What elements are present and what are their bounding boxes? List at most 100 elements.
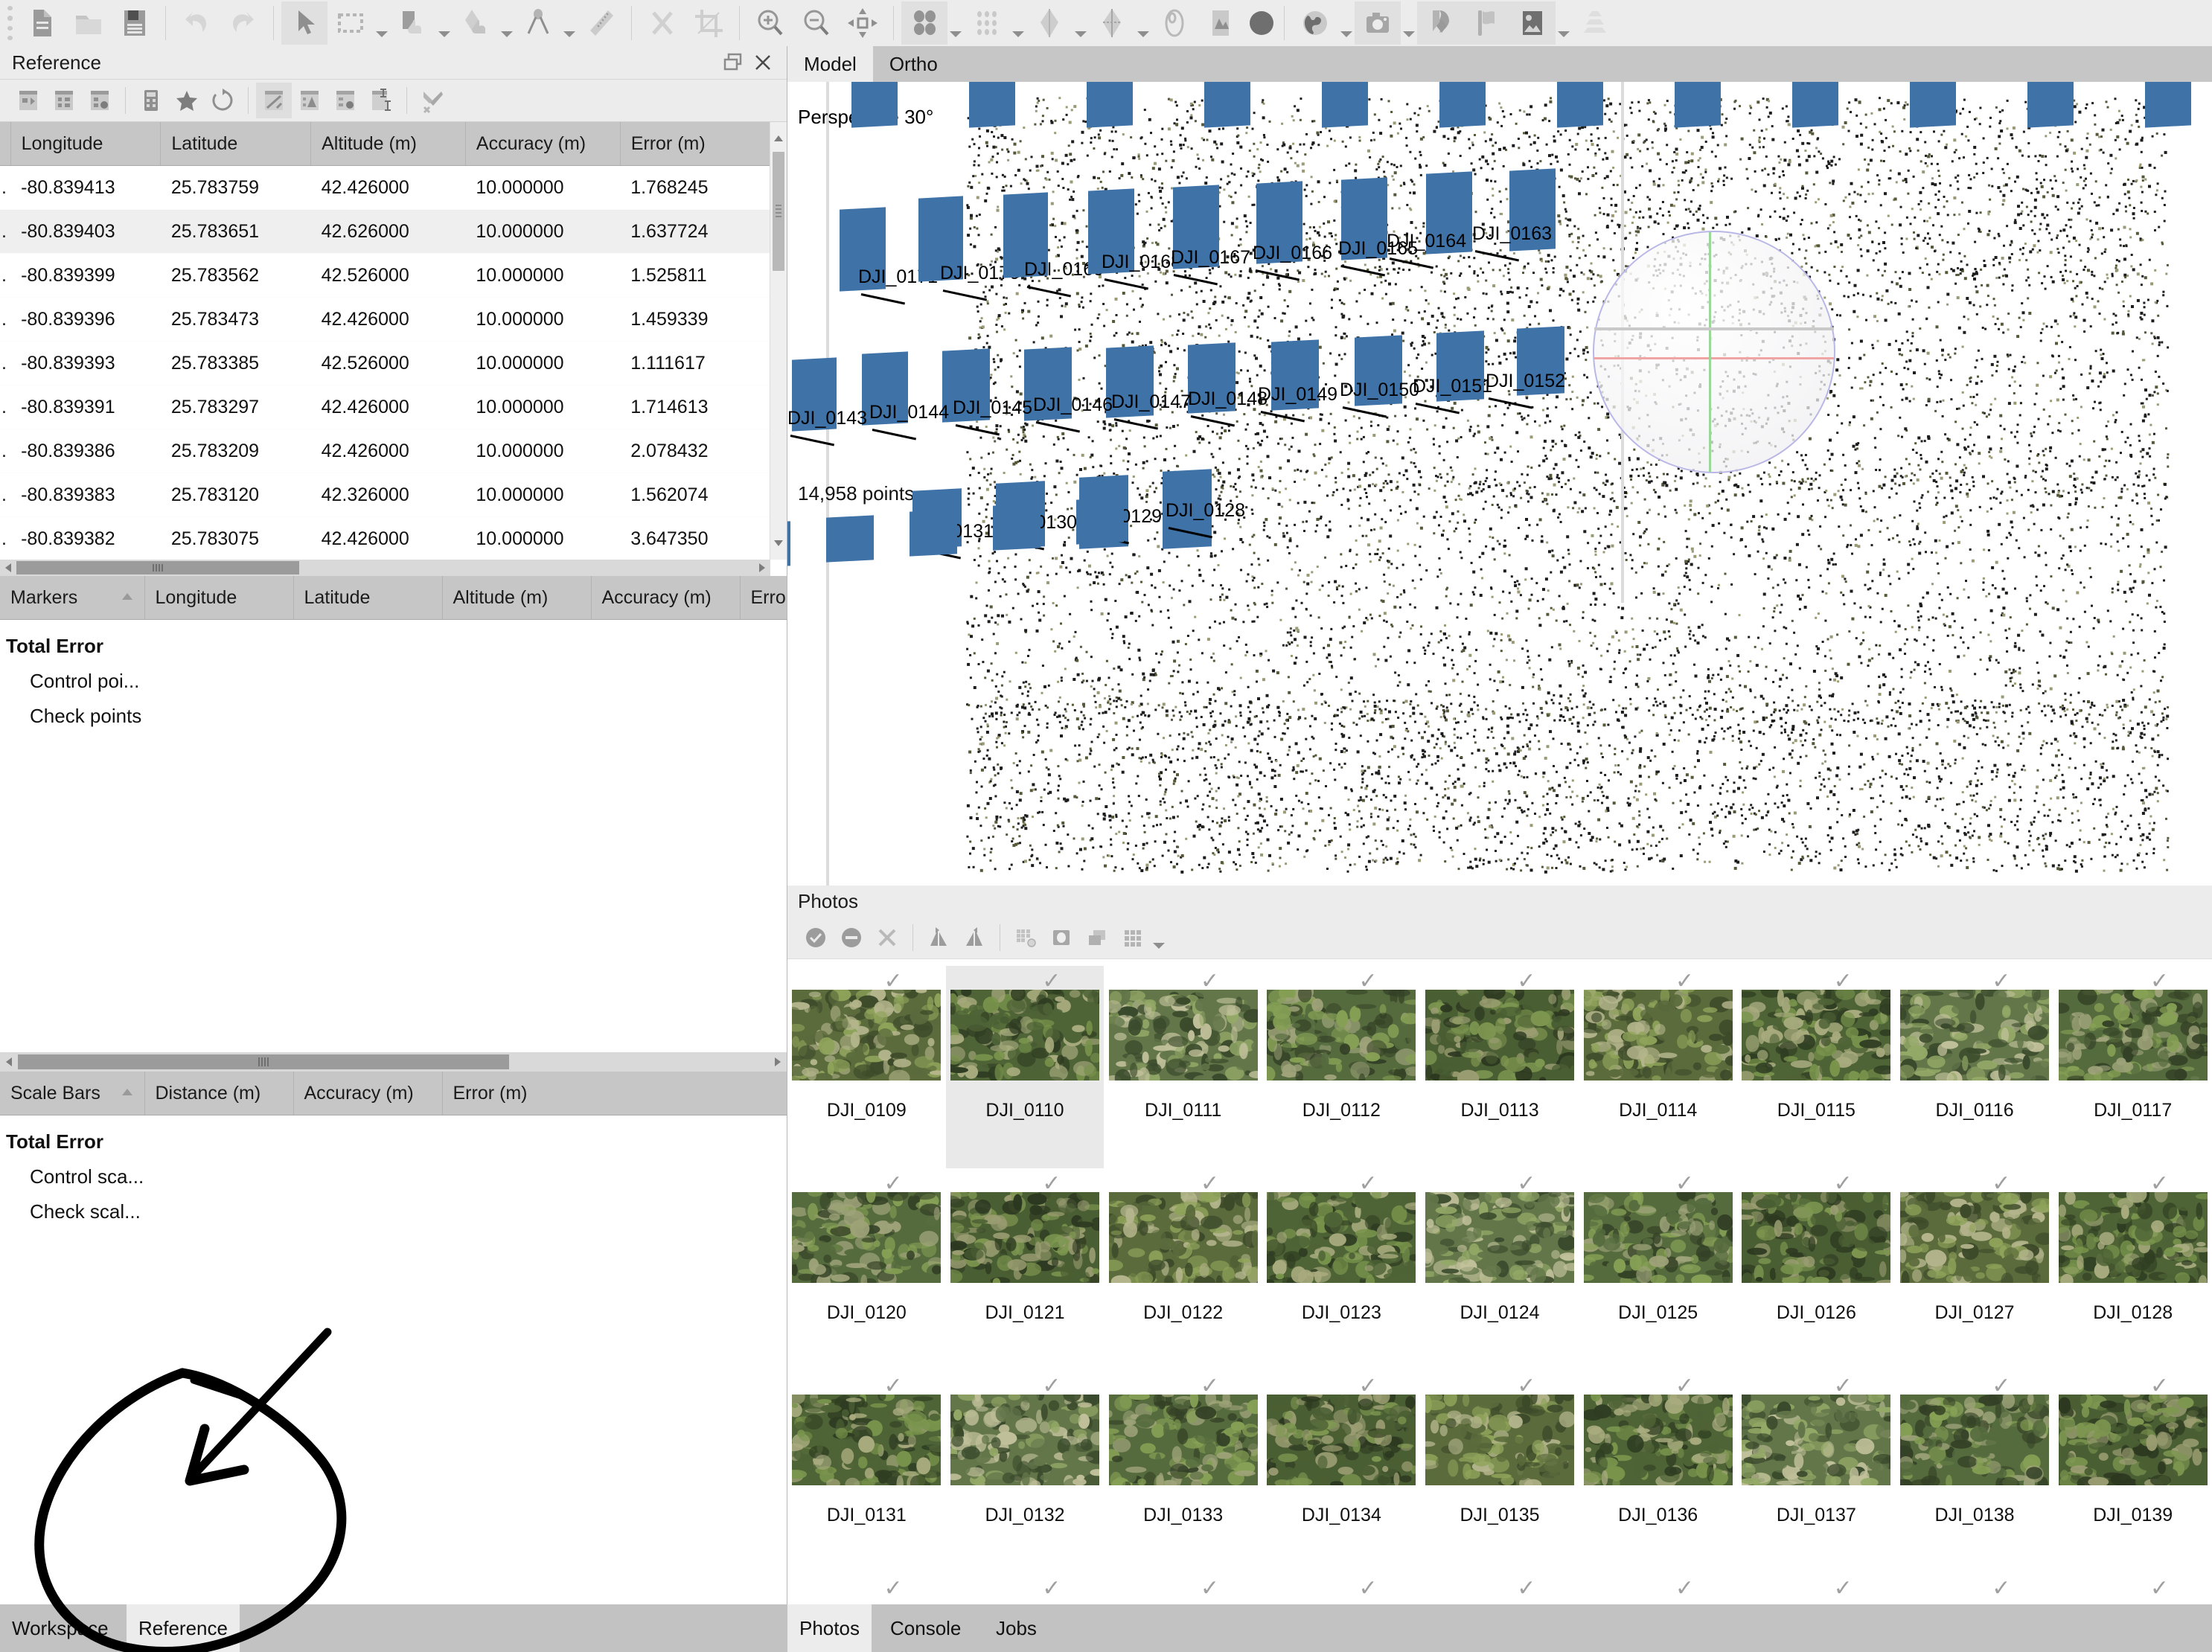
zoom-out-icon[interactable] <box>793 1 840 45</box>
photo-thumbnail-image[interactable] <box>1900 990 2050 1080</box>
chevron-down-icon[interactable] <box>1338 0 1355 52</box>
chevron-down-icon[interactable] <box>1135 0 1151 52</box>
camera-accuracy-icon[interactable] <box>256 83 292 118</box>
photo-thumbnail-item[interactable]: ✓ DJI_0113 <box>1421 966 1579 1168</box>
photo-thumbnail-item[interactable]: ✓ DJI_0128 <box>2053 1168 2212 1371</box>
photo-thumbnail-item[interactable]: ✓ DJI_0126 <box>1737 1168 1896 1371</box>
photo-enabled-check-icon[interactable]: ✓ <box>884 1578 903 1600</box>
flag-icon[interactable] <box>1463 1 1509 45</box>
table-row[interactable]: . -80.839382 25.783075 42.426000 10.000000 3.… <box>0 516 770 560</box>
photo-thumbnail-image[interactable] <box>1425 1395 1575 1485</box>
table-cell[interactable]: 1.562074 <box>620 473 770 517</box>
crop-icon[interactable] <box>685 1 732 45</box>
table-cell[interactable]: -80.839396 <box>10 297 161 342</box>
table-cell[interactable]: -80.839383 <box>10 473 161 517</box>
photo-thumbnail-image[interactable] <box>950 1395 1099 1485</box>
column-header-accuracy[interactable]: Accuracy (m) <box>293 1072 443 1115</box>
table-cell[interactable]: -80.839403 <box>10 209 161 254</box>
scrollbar-thumb[interactable] <box>16 561 299 574</box>
float-window-icon[interactable] <box>718 48 748 77</box>
photo-enabled-check-icon[interactable]: ✓ <box>1517 1578 1535 1600</box>
table-cell[interactable]: 2.078432 <box>620 429 770 473</box>
chevron-down-icon[interactable] <box>374 0 390 52</box>
photo-thumbnail-item[interactable]: ✓ DJI_0131 <box>787 1371 946 1573</box>
table-cell[interactable]: 1.525811 <box>620 253 770 298</box>
column-header-markers[interactable]: Markers <box>0 576 145 620</box>
photo-thumbnail-image[interactable] <box>1425 1192 1575 1283</box>
table-cell[interactable]: 10.000000 <box>465 165 621 210</box>
table-cell[interactable]: 10.000000 <box>465 341 621 385</box>
tab-console[interactable]: Console <box>878 1604 973 1652</box>
camera-plane[interactable] <box>787 521 790 569</box>
redo-icon[interactable] <box>220 1 266 45</box>
column-header-latitude[interactable]: Latitude <box>293 576 443 620</box>
markers-check-points-row[interactable]: Check points <box>0 693 787 728</box>
thumbnail-size-icon[interactable] <box>1115 920 1151 955</box>
tab-jobs[interactable]: Jobs <box>984 1604 1049 1652</box>
open-folder-icon[interactable] <box>65 1 112 45</box>
table-row[interactable]: . -80.839383 25.783120 42.326000 10.000000 1.… <box>0 473 770 517</box>
scalebars-control-row[interactable]: Control sca... <box>0 1153 787 1188</box>
photo-thumbnail-item[interactable]: ✓ DJI_0124 <box>1421 1168 1579 1371</box>
column-header-altitude[interactable]: Altitude (m) <box>310 122 466 166</box>
photo-enabled-check-icon[interactable]: ✓ <box>1042 1578 1061 1600</box>
optimize-cameras-icon[interactable] <box>133 83 169 118</box>
dense-cloud-icon[interactable] <box>964 1 1010 45</box>
model-3d-canvas[interactable]: Perspective 30° 14,958 points DJI_0171 DJ… <box>787 82 2212 886</box>
camera-plane[interactable] <box>1439 82 1486 128</box>
table-cell[interactable]: 10.000000 <box>465 253 621 298</box>
table-cell[interactable]: -80.839399 <box>10 253 161 298</box>
reference-grid-vertical-scrollbar[interactable] <box>770 122 787 560</box>
reset-matches-icon[interactable] <box>1008 920 1043 955</box>
photo-thumbnail-item[interactable]: ✓ <box>1262 1573 1421 1603</box>
chevron-down-icon[interactable] <box>1151 919 1167 956</box>
toolbar-drag-handle[interactable] <box>0 6 19 40</box>
scroll-left-arrow-icon[interactable] <box>0 1052 18 1072</box>
undo-icon[interactable] <box>173 1 220 45</box>
table-cell[interactable]: -80.839391 <box>10 385 161 429</box>
arrow-cursor-icon[interactable] <box>281 1 327 45</box>
free-form-select-icon[interactable] <box>390 1 436 45</box>
globe-icon[interactable] <box>1292 1 1338 45</box>
trackball-navigation-gizmo[interactable] <box>1593 231 1835 473</box>
photo-thumbnail-item[interactable]: ✓ DJI_0139 <box>2053 1371 2212 1573</box>
scroll-right-arrow-icon[interactable] <box>769 1052 787 1072</box>
camera-plane[interactable] <box>1076 497 1124 545</box>
column-header-error[interactable]: Error (m) <box>442 1072 787 1115</box>
table-cell[interactable]: -80.839393 <box>10 341 161 385</box>
photo-thumbnail-item[interactable]: ✓ DJI_0127 <box>1896 1168 2054 1371</box>
tab-reference[interactable]: Reference <box>127 1604 240 1652</box>
rotate-right-icon[interactable] <box>921 920 956 955</box>
photo-thumbnail-item[interactable]: ✓ DJI_0125 <box>1579 1168 1737 1371</box>
photo-thumbnail-image[interactable] <box>792 1192 942 1283</box>
photo-thumbnail-image[interactable] <box>1583 990 1733 1080</box>
table-cell[interactable]: 25.783651 <box>160 209 311 254</box>
chevron-down-icon[interactable] <box>1556 0 1572 52</box>
close-icon[interactable] <box>748 48 778 77</box>
table-row[interactable]: . -80.839403 25.783651 42.626000 10.000000 1.… <box>0 209 770 254</box>
camera-plane[interactable] <box>910 509 957 557</box>
tiled-model-icon[interactable] <box>1151 1 1198 45</box>
column-header-longitude[interactable]: Longitude <box>144 576 294 620</box>
table-cell[interactable]: 1.111617 <box>620 341 770 385</box>
photo-thumbnail-image[interactable] <box>1900 1192 2050 1283</box>
camera-plane[interactable] <box>969 82 1015 128</box>
import-reference-icon[interactable] <box>10 83 46 118</box>
table-cell[interactable]: 42.426000 <box>310 385 466 429</box>
scroll-up-arrow-icon[interactable] <box>770 122 787 141</box>
scrollbar-thumb[interactable] <box>18 1054 509 1069</box>
table-cell[interactable]: 3.647350 <box>620 516 770 560</box>
photo-thumbnail-item[interactable]: ✓ DJI_0117 <box>2053 966 2212 1168</box>
photo-thumbnail-image[interactable] <box>2058 990 2208 1080</box>
table-cell[interactable]: 10.000000 <box>465 297 621 342</box>
photo-thumbnail-image[interactable] <box>1108 1395 1258 1485</box>
table-cell[interactable]: 25.783473 <box>160 297 311 342</box>
photo-thumbnail-item[interactable]: ✓ DJI_0114 <box>1579 966 1737 1168</box>
column-header-error[interactable]: Error (m) <box>620 122 770 166</box>
column-header-scalebars[interactable]: Scale Bars <box>0 1072 145 1115</box>
delete-x-icon[interactable] <box>639 1 685 45</box>
table-cell[interactable]: 42.426000 <box>310 429 466 473</box>
table-cell[interactable]: 42.526000 <box>310 253 466 298</box>
photo-thumbnail-item[interactable]: ✓ DJI_0121 <box>946 1168 1105 1371</box>
photo-thumbnail-image[interactable] <box>950 1192 1099 1283</box>
